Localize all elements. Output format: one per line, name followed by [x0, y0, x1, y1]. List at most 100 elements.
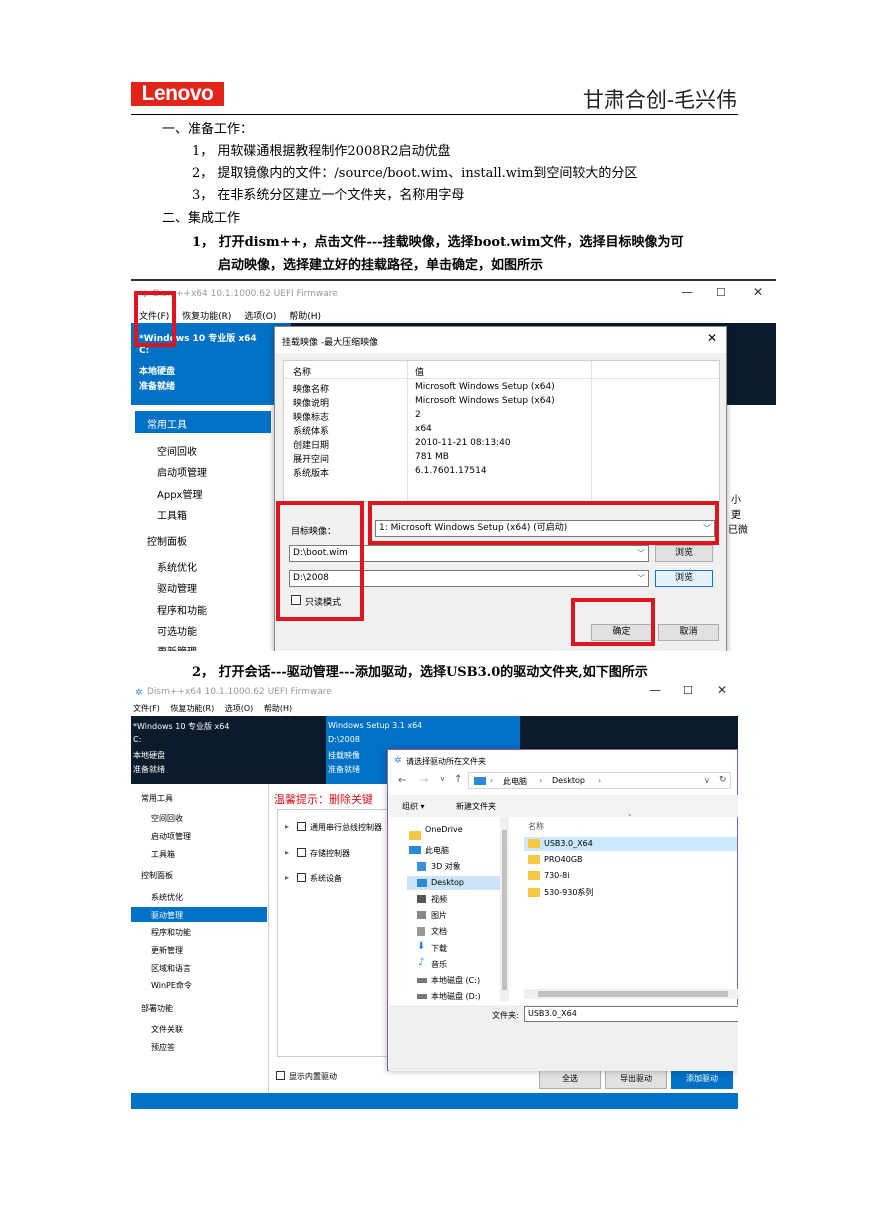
nav-drive-c[interactable]: 本地磁盘 (C:)	[431, 975, 480, 986]
menu-file[interactable]: 文件(F)	[133, 704, 160, 713]
sidebar-item-updates[interactable]: 更新管理	[157, 643, 197, 651]
sidebar-item-toolbox[interactable]: 工具箱	[151, 849, 175, 860]
desktop-icon	[417, 879, 427, 887]
sidebar-item-winpe[interactable]: WinPE命令	[151, 980, 192, 991]
prep-step-2: 2， 提取镜像内的文件：/source/boot.wim、install.wim…	[192, 166, 638, 181]
path-desktop[interactable]: Desktop	[552, 776, 585, 785]
sidebar-item-updates[interactable]: 更新管理	[151, 945, 183, 956]
sidebar-item-features[interactable]: 可选功能	[157, 623, 197, 638]
nav-documents[interactable]: 文档	[431, 926, 447, 937]
browse-mount-button[interactable]: 浏览	[655, 570, 713, 587]
sidebar-head-deploy[interactable]: 部署功能	[141, 1003, 173, 1014]
close-icon[interactable]: ✕	[753, 285, 763, 299]
integrate-step-1-line1: 1， 打开dism++，点击文件---挂载映像，选择boot.wim文件，选择目…	[192, 235, 684, 250]
file-item[interactable]: USB3.0_X64	[528, 839, 593, 848]
file-item[interactable]: PRO40GB	[528, 855, 583, 864]
menu-recover[interactable]: 恢复功能(R)	[170, 704, 214, 713]
file-item[interactable]: 730-8i	[528, 871, 569, 880]
sidebar-item-locale[interactable]: 区域和语言	[151, 963, 191, 974]
minimize-icon[interactable]: —	[649, 683, 661, 697]
sidebar-item-optimize[interactable]: 系统优化	[151, 892, 183, 903]
nav-pictures[interactable]: 图片	[431, 910, 447, 921]
address-dropdown-icon[interactable]: ∨	[704, 776, 710, 785]
menu-recover[interactable]: 恢复功能(R)	[182, 312, 231, 322]
sidebar-item-programs[interactable]: 程序和功能	[157, 602, 207, 617]
nav-scrollbar-thumb[interactable]	[502, 830, 507, 990]
sidebar-item-programs[interactable]: 程序和功能	[151, 927, 191, 938]
expand-icon[interactable]: ▸	[285, 873, 289, 882]
sidebar-item-space[interactable]: 空间回收	[151, 813, 183, 824]
forward-arrow-icon[interactable]: →	[420, 775, 428, 786]
cancel-button[interactable]: 取消	[658, 624, 719, 641]
nav-onedrive[interactable]: OneDrive	[425, 825, 463, 834]
drive-icon	[417, 978, 427, 983]
tree-item-storage[interactable]: 存储控制器	[310, 848, 350, 859]
tree-item-usb[interactable]: 通用串行总线控制器	[310, 822, 382, 833]
nav-music[interactable]: 音乐	[431, 959, 447, 970]
recent-chevron-icon[interactable]: ∨	[440, 775, 445, 783]
nav-desktop[interactable]: Desktop	[431, 878, 464, 887]
sidebar-item-drivers[interactable]: 驱动管理	[157, 580, 197, 595]
sidebar-item-answer[interactable]: 预应答	[151, 1042, 175, 1053]
file-hscrollbar-thumb[interactable]	[538, 991, 728, 997]
add-driver-button[interactable]: 添加驱动	[671, 1069, 733, 1089]
sidebar-head-control[interactable]: 控制面板	[141, 870, 173, 881]
tree-checkbox[interactable]	[297, 822, 306, 831]
maximize-icon[interactable]: ☐	[716, 286, 726, 299]
menu-help[interactable]: 帮助(H)	[264, 704, 292, 713]
nav-3d[interactable]: 3D 对象	[431, 861, 461, 872]
session-card-host[interactable]: *Windows 10 专业版 x64 C: 本地硬盘 准备就绪	[131, 716, 326, 784]
col-name-header[interactable]: 名称	[528, 821, 544, 832]
close-icon[interactable]: ✕	[717, 683, 727, 697]
sidebar-head-tools[interactable]: 常用工具	[141, 793, 173, 804]
nav-this-pc[interactable]: 此电脑	[425, 845, 449, 856]
minimize-icon[interactable]: —	[681, 285, 693, 299]
window-title: Dism++x64 10.1.1000.62 UEFI Firmware	[147, 687, 332, 697]
dialog-close-icon[interactable]: ✕	[707, 331, 717, 345]
expand-icon[interactable]: ▸	[285, 848, 289, 857]
sidebar-item-drivers[interactable]: 驱动管理	[151, 910, 183, 921]
menu-help[interactable]: 帮助(H)	[289, 312, 321, 322]
nav-downloads[interactable]: 下载	[431, 943, 447, 954]
sidebar-head-tools[interactable]: 常用工具	[147, 416, 187, 431]
menu-options[interactable]: 选项(O)	[225, 704, 254, 713]
sidebar-item-assoc[interactable]: 文件关联	[151, 1024, 183, 1035]
tree-item-system[interactable]: 系统设备	[310, 873, 342, 884]
nav-videos[interactable]: 视频	[431, 894, 447, 905]
browse-wim-button[interactable]: 浏览	[655, 545, 713, 562]
sidebar-item-boot[interactable]: 启动项管理	[151, 831, 191, 842]
sidebar-item-optimize[interactable]: 系统优化	[157, 559, 197, 574]
up-arrow-icon[interactable]: ↑	[454, 774, 462, 785]
path-pc[interactable]: 此电脑	[503, 776, 527, 787]
organize-button[interactable]: 组织 ▾	[402, 801, 425, 812]
back-arrow-icon[interactable]: ←	[398, 775, 406, 786]
maximize-icon[interactable]: ☐	[683, 684, 693, 697]
bg-text-3: 已微	[728, 525, 748, 536]
expand-icon[interactable]: ▸	[285, 822, 289, 831]
sidebar: 常用工具 空间回收 启动项管理 工具箱 控制面板 系统优化 驱动管理 程序和功能…	[131, 784, 269, 1092]
image-info-list: 名称 值 映像名称 Microsoft Windows Setup (x64) …	[283, 360, 720, 502]
file-item[interactable]: 530-930系列	[528, 887, 593, 898]
sidebar-item-toolbox[interactable]: 工具箱	[157, 507, 187, 522]
info-key: 系统版本	[293, 469, 330, 479]
tree-checkbox[interactable]	[297, 873, 306, 882]
cube-icon	[417, 862, 426, 871]
export-driver-button[interactable]: 导出驱动	[605, 1069, 667, 1089]
show-builtin-checkbox[interactable]	[276, 1071, 285, 1080]
sidebar-head-control[interactable]: 控制面板	[147, 533, 187, 548]
address-bar[interactable]: › 此电脑 › Desktop › ∨ ↻	[468, 772, 731, 789]
nav-drive-d[interactable]: 本地磁盘 (D:)	[431, 991, 481, 1002]
tree-checkbox[interactable]	[297, 848, 306, 857]
folder-input[interactable]: USB3.0_X64	[524, 1006, 738, 1022]
sidebar-item-boot[interactable]: 启动项管理	[157, 464, 207, 479]
menu-options[interactable]: 选项(O)	[244, 312, 276, 322]
select-all-button[interactable]: 全选	[539, 1069, 601, 1089]
new-folder-button[interactable]: 新建文件夹	[456, 801, 496, 812]
highlight-target-select	[368, 501, 719, 545]
refresh-icon[interactable]: ↻	[719, 775, 727, 785]
highlight-ok-button	[571, 598, 655, 646]
sidebar-item-space[interactable]: 空间回收	[157, 443, 197, 458]
folder-icon	[528, 871, 540, 880]
sidebar-item-appx[interactable]: Appx管理	[157, 486, 202, 501]
section-integrate-heading: 二、集成工作	[162, 211, 241, 226]
